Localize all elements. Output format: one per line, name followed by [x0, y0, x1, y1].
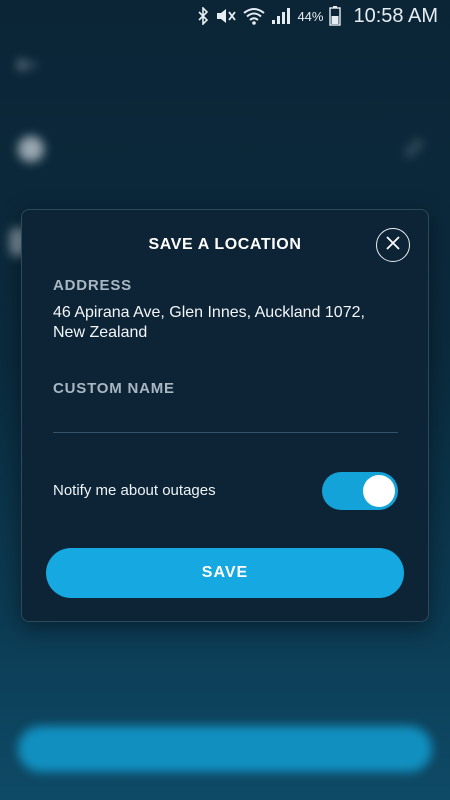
status-time: 10:58 AM — [353, 4, 438, 27]
location-icon — [18, 136, 44, 162]
custom-name-label: CUSTOM NAME — [53, 380, 175, 397]
signal-icon — [271, 7, 291, 25]
address-value: 46 Apirana Ave, Glen Innes, Auckland 107… — [53, 304, 365, 341]
edit-icon — [404, 138, 424, 158]
custom-name-input[interactable] — [53, 406, 398, 433]
back-arrow-icon — [16, 58, 38, 72]
background-add-button — [18, 726, 432, 772]
dialog-title: SAVE A LOCATION — [148, 236, 302, 253]
notify-toggle[interactable] — [322, 472, 398, 510]
save-button[interactable]: SAVE — [46, 548, 404, 598]
battery-percent: 44% — [297, 8, 324, 24]
close-icon — [386, 235, 400, 255]
address-label: ADDRESS — [53, 277, 132, 294]
close-button[interactable] — [376, 228, 410, 262]
status-bar: 44% 10:58 AM — [0, 0, 450, 32]
battery-icon — [329, 6, 342, 26]
mute-icon — [215, 8, 237, 24]
bluetooth-icon — [197, 7, 209, 25]
save-location-dialog: SAVE A LOCATION ADDRESS 46 Apirana Ave, … — [21, 209, 429, 622]
toggle-knob — [363, 475, 395, 507]
notify-label: Notify me about outages — [53, 482, 216, 499]
wifi-icon — [243, 7, 266, 25]
